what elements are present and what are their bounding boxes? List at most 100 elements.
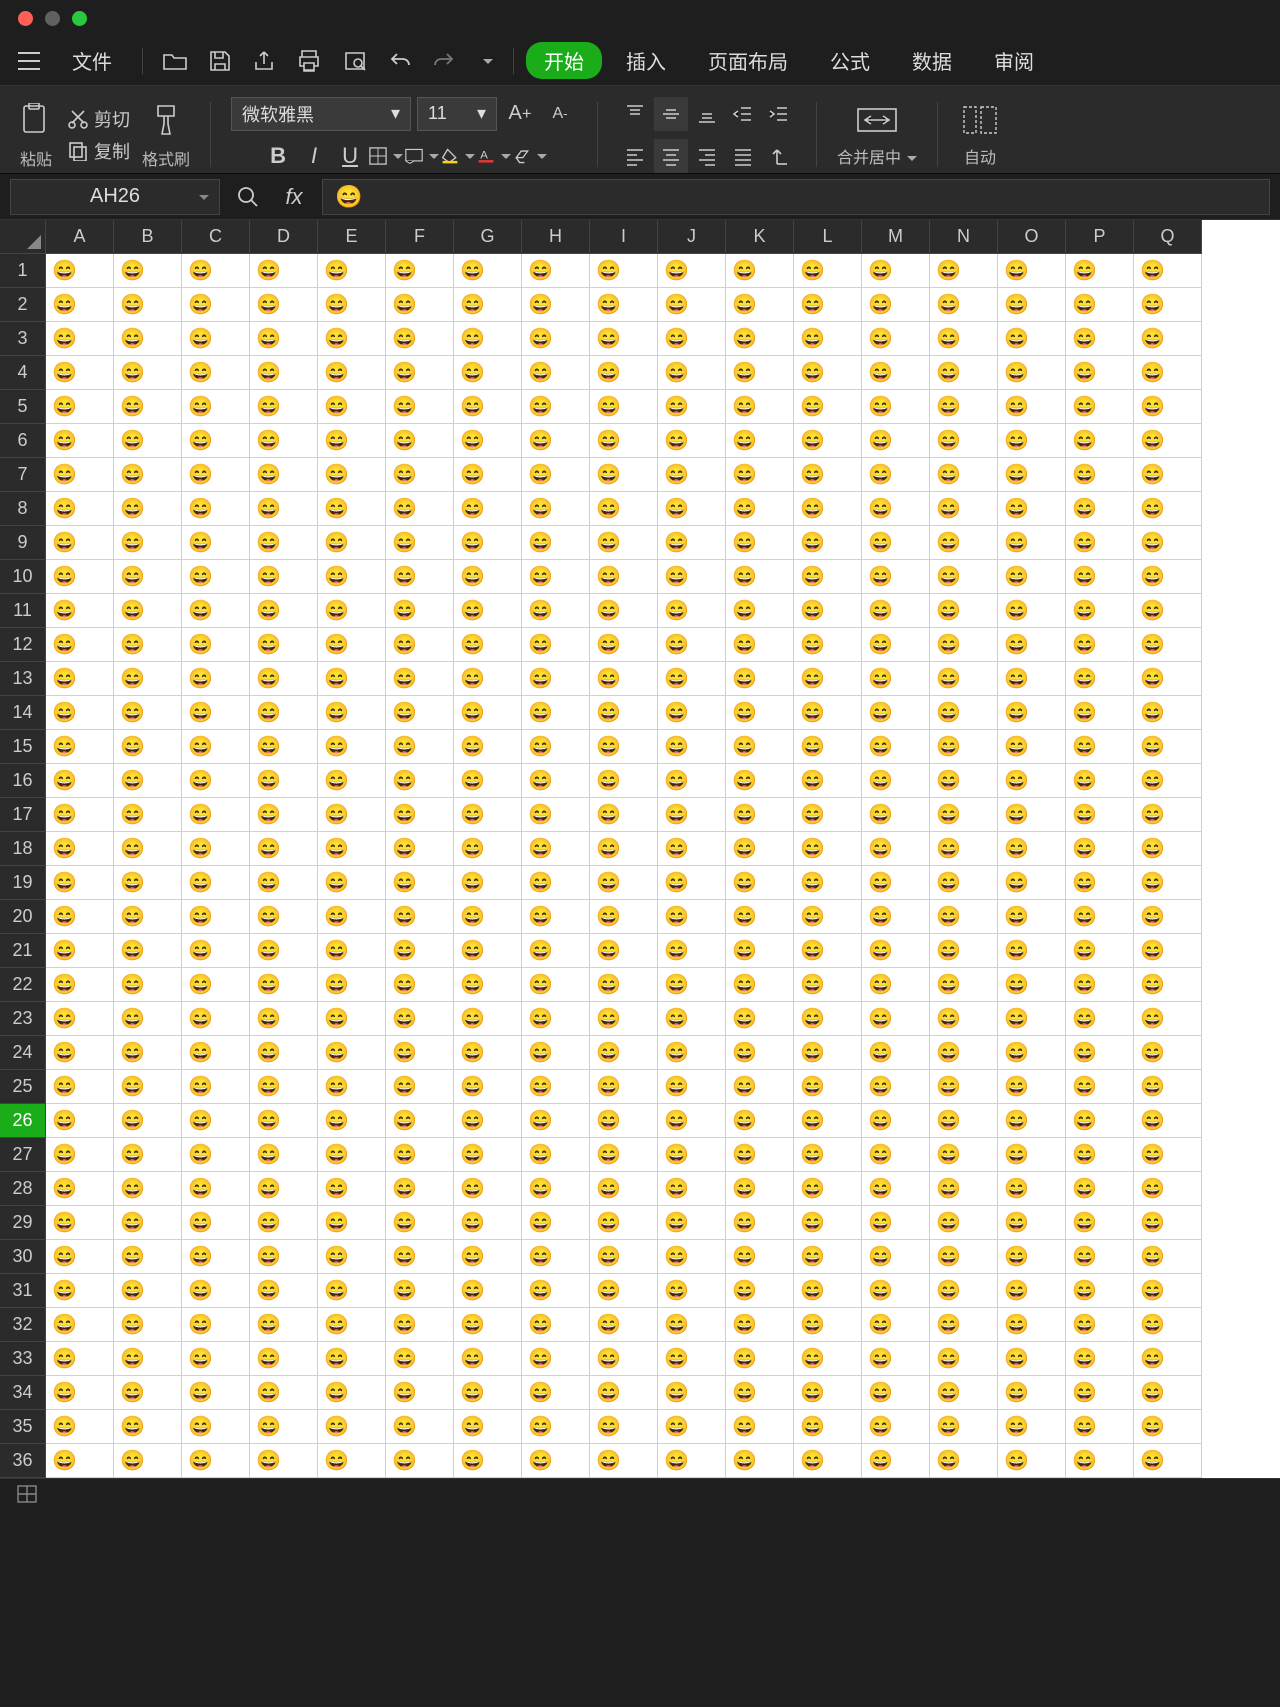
column-header[interactable]: A [46,220,114,254]
cell[interactable]: 😄 [590,1342,658,1376]
row-header[interactable]: 26 [0,1104,46,1138]
column-header[interactable]: M [862,220,930,254]
cell[interactable]: 😄 [930,1002,998,1036]
cell[interactable]: 😄 [590,492,658,526]
cell[interactable]: 😄 [590,1002,658,1036]
cell[interactable]: 😄 [998,1070,1066,1104]
cell[interactable]: 😄 [386,1002,454,1036]
formula-input[interactable]: 😄 [322,179,1270,215]
cell[interactable]: 😄 [998,458,1066,492]
cell[interactable]: 😄 [318,1410,386,1444]
cell[interactable]: 😄 [46,764,114,798]
cell[interactable]: 😄 [250,1036,318,1070]
cell[interactable]: 😄 [998,764,1066,798]
cell[interactable]: 😄 [794,1036,862,1070]
cell[interactable]: 😄 [454,798,522,832]
orientation-icon[interactable] [762,139,796,173]
cell[interactable]: 😄 [726,594,794,628]
cell[interactable]: 😄 [454,1410,522,1444]
cell[interactable]: 😄 [454,1206,522,1240]
cell[interactable]: 😄 [250,832,318,866]
search-cell-icon[interactable] [230,179,266,215]
cell[interactable]: 😄 [998,356,1066,390]
cell[interactable]: 😄 [590,866,658,900]
cell[interactable]: 😄 [182,832,250,866]
cell[interactable]: 😄 [114,1308,182,1342]
cell[interactable]: 😄 [46,798,114,832]
cell[interactable]: 😄 [590,832,658,866]
row-header[interactable]: 10 [0,560,46,594]
cell[interactable]: 😄 [318,662,386,696]
cell[interactable]: 😄 [114,832,182,866]
column-header[interactable]: P [1066,220,1134,254]
cell[interactable]: 😄 [250,696,318,730]
cell[interactable]: 😄 [1134,934,1202,968]
cell[interactable]: 😄 [522,492,590,526]
cell[interactable]: 😄 [454,1002,522,1036]
cell[interactable]: 😄 [522,764,590,798]
tab-start[interactable]: 开始 [526,42,602,79]
cell[interactable]: 😄 [726,1410,794,1444]
cell[interactable]: 😄 [1066,900,1134,934]
cell[interactable]: 😄 [658,1240,726,1274]
cell[interactable]: 😄 [46,424,114,458]
cell[interactable]: 😄 [590,560,658,594]
cell[interactable]: 😄 [46,662,114,696]
cell[interactable]: 😄 [114,866,182,900]
cell[interactable]: 😄 [454,1376,522,1410]
cell[interactable]: 😄 [46,390,114,424]
cell[interactable]: 😄 [250,1376,318,1410]
cell[interactable]: 😄 [114,1070,182,1104]
cell[interactable]: 😄 [454,254,522,288]
cell[interactable]: 😄 [590,628,658,662]
cell[interactable]: 😄 [658,968,726,1002]
row-header[interactable]: 24 [0,1036,46,1070]
cell[interactable]: 😄 [182,458,250,492]
row-header[interactable]: 27 [0,1138,46,1172]
cell[interactable]: 😄 [386,798,454,832]
cell[interactable]: 😄 [250,628,318,662]
cell[interactable]: 😄 [182,1444,250,1478]
cell[interactable]: 😄 [998,390,1066,424]
cell[interactable]: 😄 [590,1274,658,1308]
cell[interactable]: 😄 [590,696,658,730]
cell[interactable]: 😄 [590,1036,658,1070]
cell[interactable]: 😄 [930,1274,998,1308]
cell[interactable]: 😄 [930,560,998,594]
row-header[interactable]: 23 [0,1002,46,1036]
cell[interactable]: 😄 [182,1002,250,1036]
cell[interactable]: 😄 [794,254,862,288]
cell[interactable]: 😄 [1134,1172,1202,1206]
cell[interactable]: 😄 [250,764,318,798]
cell[interactable]: 😄 [386,356,454,390]
cell[interactable]: 😄 [1134,696,1202,730]
cell[interactable]: 😄 [794,1104,862,1138]
cell[interactable]: 😄 [318,1172,386,1206]
cell[interactable]: 😄 [318,1376,386,1410]
cell[interactable]: 😄 [1134,288,1202,322]
cell[interactable]: 😄 [182,1070,250,1104]
cell[interactable]: 😄 [590,730,658,764]
cell[interactable]: 😄 [386,764,454,798]
cell[interactable]: 😄 [794,662,862,696]
cell[interactable]: 😄 [114,254,182,288]
row-header[interactable]: 12 [0,628,46,662]
cell[interactable]: 😄 [386,1444,454,1478]
cell[interactable]: 😄 [998,662,1066,696]
justify-icon[interactable] [726,139,760,173]
cell[interactable]: 😄 [522,1172,590,1206]
cell[interactable]: 😄 [182,560,250,594]
close-icon[interactable] [18,11,33,26]
cell[interactable]: 😄 [794,1376,862,1410]
cell[interactable]: 😄 [114,1342,182,1376]
cell[interactable]: 😄 [590,1206,658,1240]
cell[interactable]: 😄 [1066,322,1134,356]
name-box[interactable]: AH26 [10,179,220,215]
cell[interactable]: 😄 [794,1172,862,1206]
cell[interactable]: 😄 [1134,1274,1202,1308]
cell[interactable]: 😄 [454,288,522,322]
cell[interactable]: 😄 [998,866,1066,900]
cell[interactable]: 😄 [454,1308,522,1342]
cell[interactable]: 😄 [1066,1240,1134,1274]
column-header[interactable]: H [522,220,590,254]
